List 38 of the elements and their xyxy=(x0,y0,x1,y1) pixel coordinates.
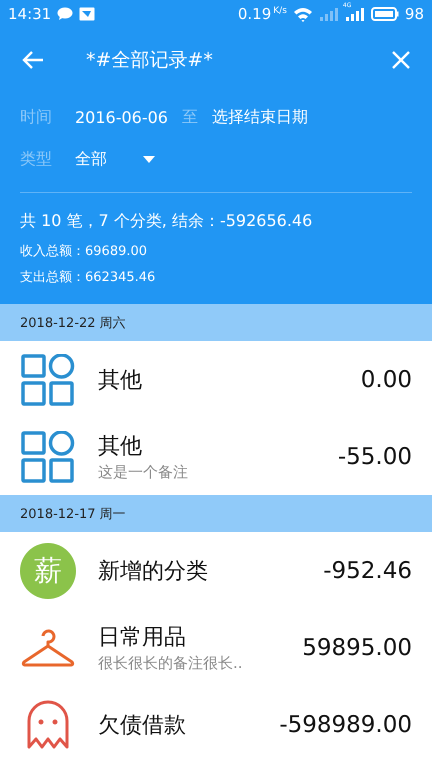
category-name: 其他 xyxy=(98,366,143,394)
back-arrow-icon[interactable] xyxy=(22,50,44,70)
filter-label: 类型 xyxy=(20,148,53,170)
record-note: 这是一个备注 xyxy=(98,463,189,482)
category-name: 欠债借款 xyxy=(98,712,187,740)
image-icon xyxy=(79,7,96,21)
record-note: 很长很长的备注很长.. xyxy=(98,654,244,673)
category-name: 其他 xyxy=(98,433,143,461)
category-name: 新增的分类 xyxy=(98,558,209,586)
wifi-icon xyxy=(292,6,313,22)
summary-text: 共 10 笔，7 个分类, 结余：-592656.46 xyxy=(19,211,314,232)
close-icon[interactable] xyxy=(392,51,410,69)
date-header: 2018-12-22 周六 xyxy=(0,304,432,341)
date-header: 2018-12-17 周一 xyxy=(0,495,432,532)
record-amount: -55.00 xyxy=(338,444,412,470)
range-separator: 至 xyxy=(182,106,198,128)
page-title: *#全部记录#* xyxy=(86,48,214,73)
network-speed: 0.19 xyxy=(238,5,272,23)
category-name: 日常用品 xyxy=(98,624,187,652)
expense-total: 支出总额：662345.46 xyxy=(19,269,156,286)
record-amount: -952.46 xyxy=(323,558,412,584)
category-avatar: 薪 xyxy=(20,542,76,598)
record-amount: 59895.00 xyxy=(302,634,412,660)
start-date[interactable]: 2016-06-06 xyxy=(75,108,168,126)
record-amount: 0.00 xyxy=(360,366,412,392)
dropdown-caret-icon xyxy=(143,156,155,162)
signal-icon xyxy=(344,7,365,21)
type-dropdown[interactable]: 全部 xyxy=(75,148,159,170)
record-amount: -598989.00 xyxy=(279,712,412,738)
end-date-field[interactable]: 选择结束日期 xyxy=(212,106,308,128)
signal-icon xyxy=(318,7,339,21)
chat-icon xyxy=(57,7,74,21)
income-total: 收入总额：69689.00 xyxy=(19,243,148,260)
clock: 14:31 xyxy=(8,5,52,23)
battery-icon xyxy=(370,7,399,21)
speed-unit: K/s xyxy=(273,6,287,16)
battery-level: 98 xyxy=(404,5,424,23)
filter-label: 时间 xyxy=(20,106,53,128)
